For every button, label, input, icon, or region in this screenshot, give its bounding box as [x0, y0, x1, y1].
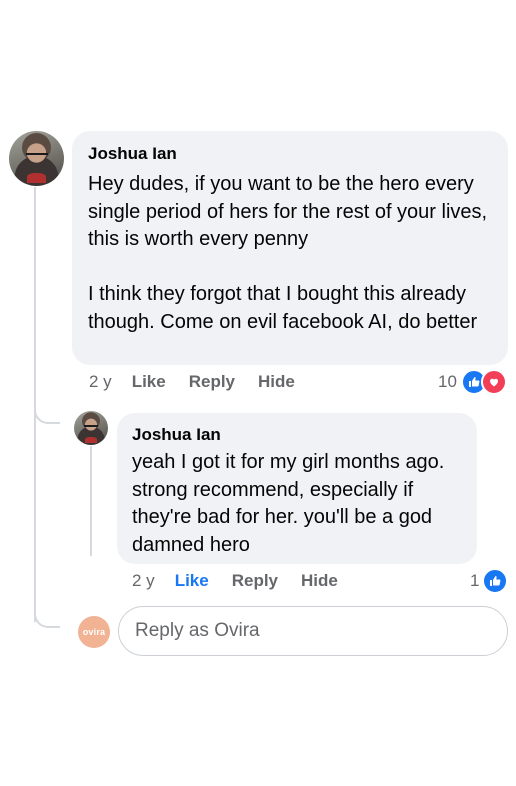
comment-author[interactable]: Joshua Ian	[88, 143, 492, 165]
reply-button[interactable]: Reply	[189, 372, 235, 392]
reply-text: yeah I got it for my girl months ago. st…	[132, 451, 445, 556]
like-button[interactable]: Like	[132, 372, 166, 392]
hide-button[interactable]: Hide	[258, 372, 295, 392]
thread-branch-reply-box	[34, 610, 60, 628]
like-icon	[482, 568, 509, 594]
reply-author[interactable]: Joshua Ian	[132, 424, 462, 446]
reply-thread-line	[90, 446, 92, 556]
reply-button[interactable]: Reply	[232, 571, 278, 591]
hide-button[interactable]: Hide	[301, 571, 338, 591]
like-button[interactable]: Like	[175, 571, 209, 591]
reply-timestamp[interactable]: 2 y	[132, 571, 155, 591]
reaction-count: 1	[470, 571, 480, 590]
reply-input[interactable]	[118, 606, 508, 656]
reply-actions: 2 y Like Reply Hide	[132, 569, 361, 593]
reply-avatar[interactable]	[74, 411, 108, 445]
thread-line	[34, 187, 36, 622]
reaction-count: 10	[438, 372, 457, 391]
ovira-avatar[interactable]: ovira	[78, 616, 110, 648]
comment-actions: 2 y Like Reply Hide	[89, 370, 318, 394]
comment-text: Hey dudes, if you want to be the hero ev…	[88, 173, 488, 333]
comment-timestamp[interactable]: 2 y	[89, 372, 112, 392]
reply-reactions[interactable]: 1	[470, 568, 509, 594]
comment-bubble: Joshua Ian Hey dudes, if you want to be …	[72, 131, 508, 365]
love-icon	[480, 369, 507, 395]
reply-bubble: Joshua Ian yeah I got it for my girl mon…	[117, 413, 477, 564]
thread-branch-reply	[34, 406, 60, 424]
avatar[interactable]	[9, 131, 64, 186]
comment-thread: Joshua Ian Hey dudes, if you want to be …	[0, 0, 516, 786]
comment-reactions[interactable]: 10	[438, 369, 507, 395]
